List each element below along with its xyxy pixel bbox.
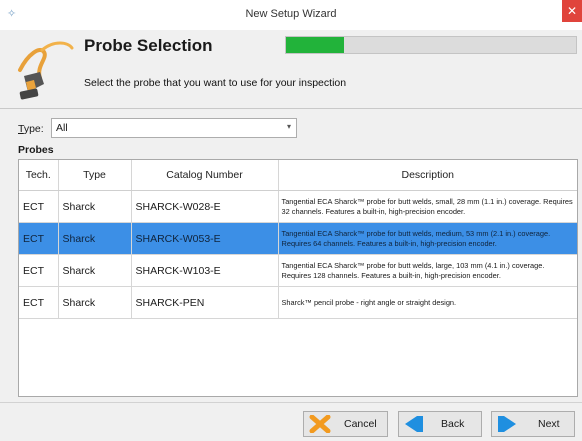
cell-tech: ECT xyxy=(19,190,59,223)
wizard-header: Probe Selection Select the probe that yo… xyxy=(0,30,582,109)
next-button[interactable]: Next xyxy=(491,411,575,437)
type-filter-label: Type: xyxy=(18,123,44,135)
cell-tech: ECT xyxy=(19,254,59,287)
cell-catalog: SHARCK-PEN xyxy=(131,286,279,319)
type-label-rest: ype: xyxy=(23,123,44,135)
table-row[interactable]: ECT Sharck SHARCK-PEN Sharck™ pencil pro… xyxy=(19,286,577,319)
next-label: Next xyxy=(538,418,560,430)
type-filter-dropdown[interactable]: All ▾ xyxy=(51,118,297,138)
cancel-button[interactable]: Cancel xyxy=(303,411,388,437)
column-header-type[interactable]: Type xyxy=(58,160,132,191)
title-bar: ✧ New Setup Wizard ✕ xyxy=(0,0,582,31)
column-header-catalog[interactable]: Catalog Number xyxy=(131,160,279,191)
arrow-left-icon xyxy=(405,416,423,432)
close-button[interactable]: ✕ xyxy=(562,0,582,22)
column-header-tech[interactable]: Tech. xyxy=(19,160,59,191)
cell-catalog: SHARCK-W053-E xyxy=(131,222,279,255)
arrow-right-icon xyxy=(498,416,516,432)
wizard-footer: Cancel Back Next xyxy=(0,402,582,441)
table-header-row: Tech. Type Catalog Number Description xyxy=(19,160,577,191)
cell-description: Tangential ECA Sharck™ probe for butt we… xyxy=(278,190,577,223)
table-row[interactable]: ECT Sharck SHARCK-W053-E Tangential ECA … xyxy=(19,222,577,255)
probe-icon xyxy=(18,41,74,100)
cell-type: Sharck xyxy=(58,190,132,223)
type-filter-value: All xyxy=(56,122,68,134)
cell-tech: ECT xyxy=(19,222,59,255)
cell-catalog: SHARCK-W028-E xyxy=(131,190,279,223)
cancel-icon xyxy=(309,415,331,433)
table-row[interactable]: ECT Sharck SHARCK-W028-E Tangential ECA … xyxy=(19,190,577,223)
cell-catalog: SHARCK-W103-E xyxy=(131,254,279,287)
probes-section-label: Probes xyxy=(18,144,54,156)
wizard-progress-bar xyxy=(285,36,577,54)
column-header-description[interactable]: Description xyxy=(278,160,577,191)
cell-description: Tangential ECA Sharck™ probe for butt we… xyxy=(278,222,577,255)
back-label: Back xyxy=(441,418,465,430)
cell-tech: ECT xyxy=(19,286,59,319)
cell-type: Sharck xyxy=(58,286,132,319)
cell-type: Sharck xyxy=(58,254,132,287)
back-button[interactable]: Back xyxy=(398,411,482,437)
chevron-down-icon: ▾ xyxy=(286,122,291,131)
cell-type: Sharck xyxy=(58,222,132,255)
table-row[interactable]: ECT Sharck SHARCK-W103-E Tangential ECA … xyxy=(19,254,577,287)
window-title: New Setup Wizard xyxy=(245,8,337,20)
probes-table: Tech. Type Catalog Number Description EC… xyxy=(18,159,578,397)
progress-fill xyxy=(286,37,344,53)
cancel-label: Cancel xyxy=(344,418,377,430)
page-subtitle: Select the probe that you want to use fo… xyxy=(84,77,347,89)
page-title: Probe Selection xyxy=(84,36,213,55)
cell-description: Sharck™ pencil probe - right angle or st… xyxy=(278,286,577,319)
cell-description: Tangential ECA Sharck™ probe for butt we… xyxy=(278,254,577,287)
